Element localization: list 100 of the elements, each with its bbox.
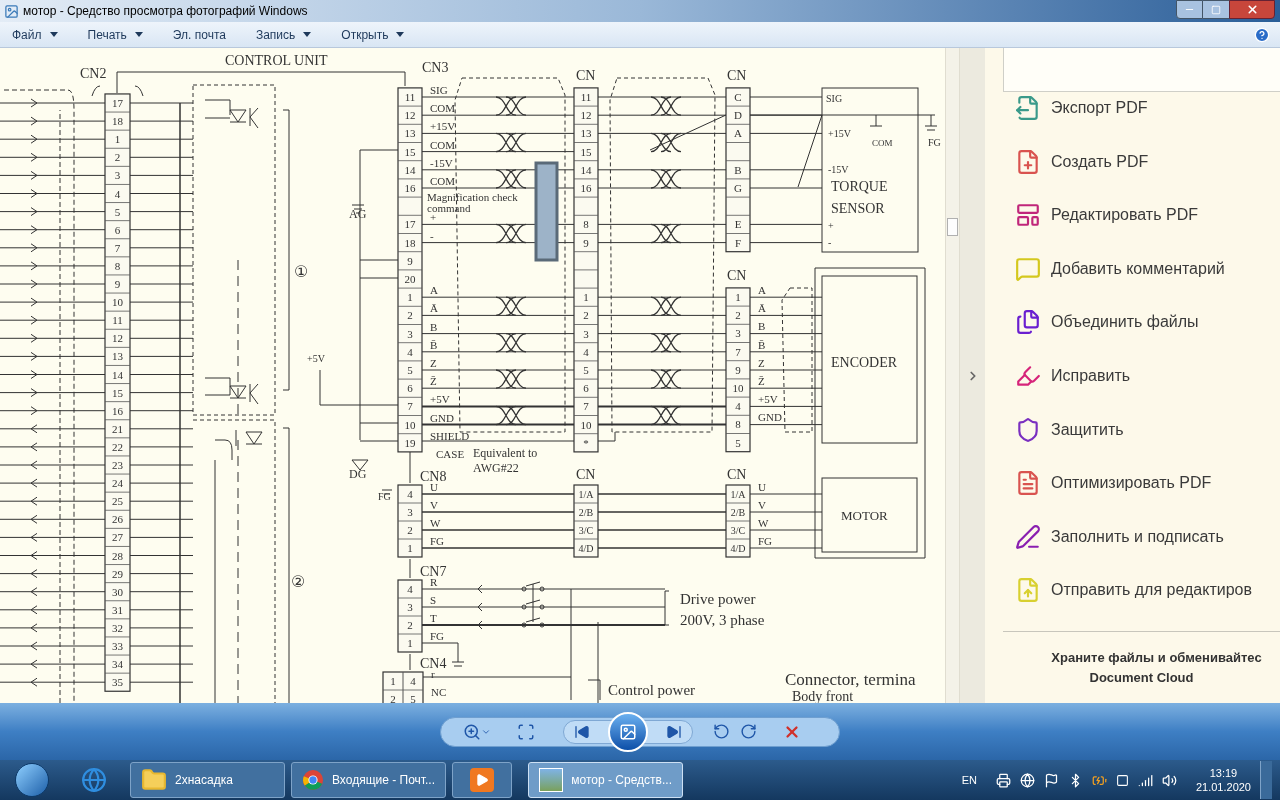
pin-number: 5	[407, 364, 413, 376]
pin-number: 4	[583, 345, 589, 358]
flag-icon[interactable]	[1043, 772, 1059, 788]
language-indicator[interactable]: EN	[961, 771, 977, 789]
caret-icon	[49, 32, 58, 37]
rotate-left-button[interactable]	[713, 723, 730, 740]
close-button[interactable]	[1229, 0, 1275, 19]
diagram-label: ①	[294, 262, 309, 281]
media-player-icon	[470, 768, 494, 792]
pin-number: 4	[407, 345, 413, 358]
pin-number: 3/C	[730, 525, 746, 536]
pin-number: 7	[583, 400, 589, 413]
diagram-label: CASE	[436, 448, 465, 460]
tool-item[interactable]: Исправить	[985, 359, 1280, 414]
menu-item[interactable]: Файл	[6, 25, 64, 44]
tool-item[interactable]: Экспорт PDF	[985, 92, 1280, 146]
signal-label: Z̄	[430, 375, 437, 388]
help-icon[interactable]	[1254, 26, 1270, 43]
pin-number: 21	[112, 422, 123, 435]
pin-number: 10	[112, 296, 123, 309]
pin-number: 1	[390, 675, 396, 687]
pin-number: 2	[114, 151, 121, 164]
network-globe-icon[interactable]	[1019, 772, 1035, 788]
zoom-button[interactable]	[463, 722, 491, 741]
pin-number: 11	[112, 314, 123, 327]
tool-item[interactable]: Добавить комментарий	[985, 252, 1280, 307]
signal-label: +15V	[430, 120, 456, 133]
pin-number: 6	[407, 382, 413, 395]
menu-item[interactable]: Запись	[249, 25, 318, 44]
pin-number: 30	[112, 585, 123, 598]
signal-label: W	[758, 517, 769, 529]
menu-item[interactable]: Открыть	[335, 25, 411, 44]
pin-number: 10	[404, 418, 416, 431]
menu-item[interactable]: Эл. почта	[166, 25, 232, 44]
pin-number: 11	[580, 91, 592, 103]
diagram-label: Connector, termina	[785, 670, 916, 689]
pin-number: C	[734, 91, 742, 103]
signal-label: V	[430, 499, 438, 511]
pin-number: 2/B	[730, 507, 746, 518]
pin-number: F	[734, 236, 742, 249]
pin-number: 15	[112, 386, 123, 399]
rotate-right-button[interactable]	[740, 723, 757, 740]
connector-label: CN	[727, 68, 747, 83]
taskbar-button[interactable]: 2хнасадка	[130, 762, 285, 798]
connector-label: CN	[727, 467, 747, 482]
pin-number: 24	[112, 477, 123, 490]
pin-number: 8	[114, 259, 121, 272]
maximize-button[interactable]	[1203, 0, 1229, 19]
menu-item[interactable]: Печать	[81, 25, 149, 44]
pin-number: 1	[407, 291, 413, 304]
signal-icon[interactable]	[1137, 772, 1153, 788]
tool-item[interactable]: Оптимизировать PDF	[985, 467, 1280, 521]
connector-label: CN3	[422, 60, 449, 75]
diagram-label: COM	[872, 138, 893, 148]
diagram-label: 200V, 3 phase	[680, 612, 765, 628]
panel-header-field[interactable]	[1003, 48, 1280, 92]
fit-window-button[interactable]	[517, 722, 535, 741]
clock-time[interactable]: 13:19	[1209, 766, 1238, 780]
speaker-icon[interactable]	[1161, 772, 1177, 788]
connector-label: CN8	[420, 469, 447, 484]
pin-number: B	[734, 163, 742, 176]
diagram-label: +15V	[828, 128, 851, 139]
slideshow-button[interactable]	[608, 711, 648, 752]
pin-number: D	[734, 109, 742, 122]
signal-label: NC	[431, 686, 447, 698]
clock-date[interactable]: 21.01.2020	[1195, 780, 1251, 794]
signal-label: COM	[430, 102, 456, 115]
tool-item[interactable]: Объединить файлы	[985, 306, 1280, 360]
pin-number: 1	[735, 291, 741, 303]
previous-button[interactable]	[574, 723, 590, 740]
pin-number: 3	[407, 601, 413, 613]
taskbar-button[interactable]	[452, 762, 512, 798]
pin-number: 4	[407, 488, 413, 500]
taskbar-button[interactable]: Входящие - Почт...	[291, 762, 446, 798]
printer-icon[interactable]	[995, 772, 1011, 788]
diagram-label: Control power	[608, 682, 696, 698]
caret-icon	[134, 32, 143, 37]
scrollbar[interactable]	[945, 48, 960, 703]
pin-number: 15	[580, 145, 592, 158]
pin-number: 11	[404, 91, 416, 103]
scrollbar-thumb[interactable]	[947, 218, 958, 236]
signal-label: Ā	[430, 302, 438, 315]
tool-item[interactable]: Защитить	[985, 413, 1280, 468]
tool-item[interactable]: Заполнить и подписать	[985, 520, 1280, 575]
tool-item[interactable]: Редактировать PDF	[985, 199, 1280, 253]
pin-number: 2	[390, 693, 396, 703]
pin-number: 7	[407, 400, 413, 413]
picture-thumbnail-icon	[539, 768, 564, 792]
minimize-button[interactable]	[1176, 0, 1203, 19]
signal-label: W	[430, 517, 441, 529]
next-button[interactable]	[666, 723, 682, 740]
connector-label: CN	[576, 467, 596, 482]
tool-item[interactable]: Создать PDF	[985, 145, 1280, 200]
browser-logo-icon	[302, 768, 324, 792]
pin-number: 19	[404, 436, 416, 449]
pin-number: 3/C	[578, 525, 594, 536]
signal-label: V	[758, 499, 766, 511]
pin-number: 4	[407, 583, 413, 595]
pin-number: 3	[583, 327, 589, 340]
tool-item[interactable]: Отправить для редактиров	[985, 574, 1280, 628]
